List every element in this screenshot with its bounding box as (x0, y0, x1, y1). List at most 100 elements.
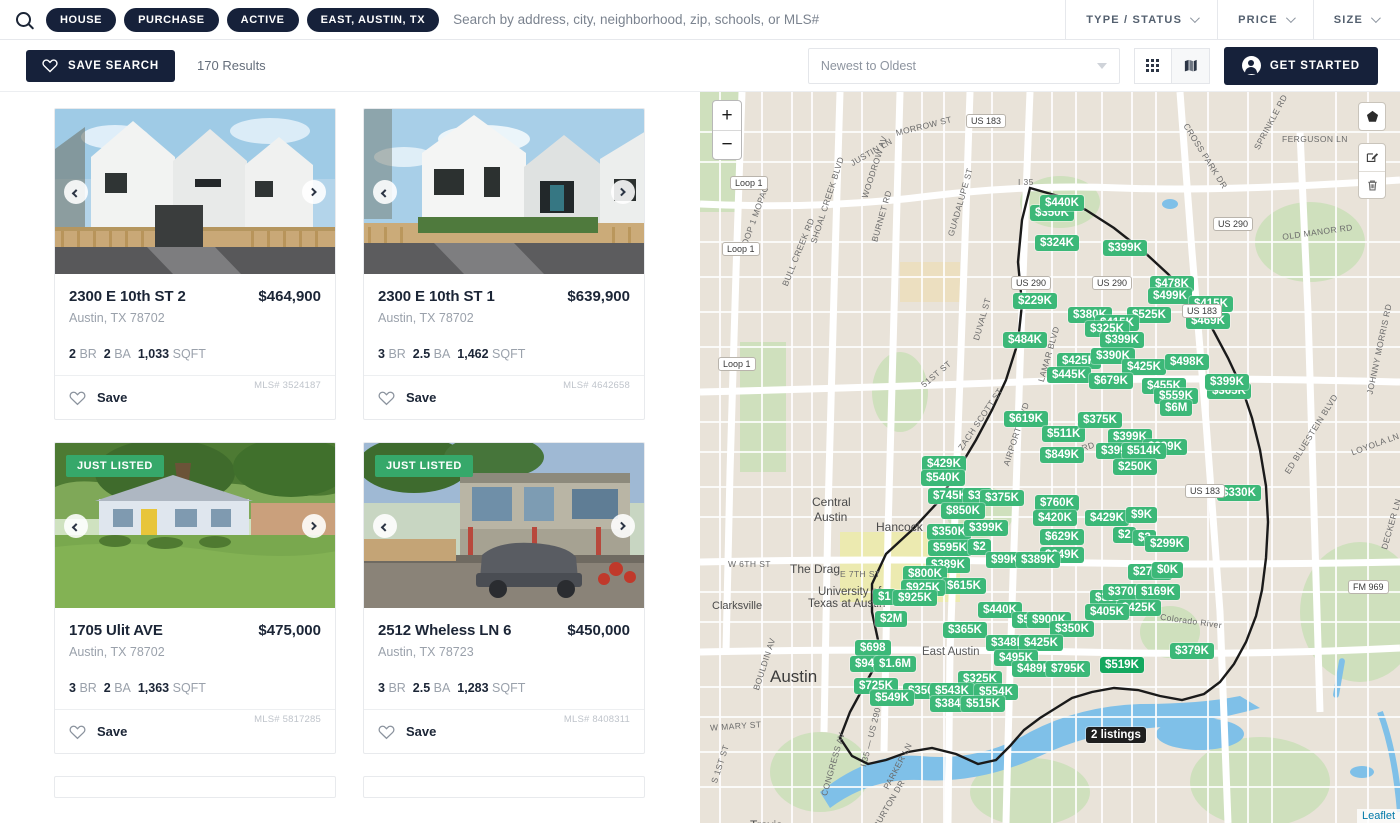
get-started-button[interactable]: GET STARTED (1223, 46, 1378, 85)
filter-price[interactable]: PRICE (1217, 0, 1313, 40)
listing-beds-unit: BR (79, 347, 97, 361)
photo-next-button[interactable] (302, 513, 326, 538)
map-price-marker[interactable]: $324K (1035, 235, 1079, 251)
map-price-marker[interactable]: $399K (1100, 332, 1144, 348)
save-listing-button[interactable]: Save (406, 390, 436, 405)
polygon-draw-button[interactable] (1359, 103, 1385, 130)
map-price-marker[interactable]: $595K (928, 540, 972, 556)
map-price-marker[interactable]: $514K (1122, 443, 1166, 459)
zoom-out-button[interactable]: − (713, 130, 741, 159)
map-price-marker[interactable]: $389K (1016, 552, 1060, 568)
save-search-button[interactable]: SAVE SEARCH (26, 49, 176, 82)
map-price-marker[interactable]: $511K (1042, 426, 1086, 442)
map-panel[interactable]: Austin Central Austin Hancock The Drag U… (700, 92, 1400, 823)
map-price-marker[interactable]: $299K (1145, 536, 1189, 552)
map-price-marker[interactable]: $375K (980, 490, 1024, 506)
listing-baths-unit: BA (433, 347, 451, 361)
map-price-marker[interactable]: $250K (1113, 459, 1157, 475)
listing-card[interactable] (54, 776, 336, 798)
map-view-button[interactable] (1171, 47, 1210, 84)
map-price-marker[interactable]: $499K (1148, 288, 1192, 304)
map-price-marker[interactable]: $429K (1085, 510, 1129, 526)
map-price-marker[interactable]: $440K (1040, 195, 1084, 211)
map-price-marker[interactable]: $925K (893, 590, 937, 606)
save-listing-button[interactable]: Save (406, 724, 436, 739)
listing-card[interactable]: 2300 E 10th ST 2 $464,900 Austin, TX 787… (54, 108, 336, 420)
listing-photo[interactable]: JUST LISTED (55, 443, 335, 608)
map-price-marker[interactable]: $1.6M (874, 656, 916, 672)
filter-chip-house[interactable]: HOUSE (46, 7, 117, 32)
map-price-marker[interactable]: $850K (941, 503, 985, 519)
leaflet-attribution[interactable]: Leaflet (1356, 809, 1400, 823)
map-price-marker[interactable]: $679K (1089, 373, 1133, 389)
map-price-marker[interactable]: $615K (942, 578, 986, 594)
map-price-marker[interactable]: $2M (875, 611, 908, 627)
search-input[interactable] (439, 0, 1066, 40)
photo-prev-button[interactable] (64, 179, 88, 204)
filter-type-status[interactable]: TYPE / STATUS (1065, 0, 1217, 40)
heart-icon[interactable] (378, 390, 395, 406)
edit-shape-button[interactable] (1359, 144, 1385, 171)
filter-chip-active[interactable]: ACTIVE (226, 7, 299, 32)
map-price-marker[interactable]: $498K (1165, 354, 1209, 370)
map-price-marker[interactable]: $425K (1019, 635, 1063, 651)
map-price-marker[interactable]: $484K (1003, 332, 1047, 348)
map-price-marker[interactable]: $849K (1040, 447, 1084, 463)
filter-size[interactable]: SIZE (1312, 0, 1400, 40)
map-price-marker[interactable]: $420K (1033, 510, 1077, 526)
map-price-marker[interactable]: $0K (1152, 562, 1184, 578)
grid-view-button[interactable] (1133, 47, 1172, 84)
photo-prev-button[interactable] (373, 513, 397, 538)
photo-next-button[interactable] (611, 513, 635, 538)
map-price-marker[interactable]: $515K (961, 696, 1005, 712)
listings-panel[interactable]: 2300 E 10th ST 2 $464,900 Austin, TX 787… (0, 92, 700, 823)
map-price-marker[interactable]: $698 (855, 640, 891, 656)
listing-card[interactable]: JUST LISTED 2512 Wheless LN 6 $450,000 A… (363, 442, 645, 754)
map-cluster-tooltip[interactable]: 2 listings (1086, 727, 1146, 743)
zoom-in-button[interactable]: + (713, 101, 741, 130)
heart-icon[interactable] (69, 724, 86, 740)
photo-next-button[interactable] (611, 179, 635, 204)
filter-chip-purchase[interactable]: PURCHASE (124, 7, 219, 32)
map-price-marker[interactable]: $6M (1160, 400, 1193, 416)
save-listing-button[interactable]: Save (97, 390, 127, 405)
map-price-marker[interactable]: $169K (1136, 584, 1180, 600)
map-price-marker[interactable]: $229K (1013, 293, 1057, 309)
listing-photo[interactable] (364, 109, 644, 274)
filter-chip-location[interactable]: EAST, AUSTIN, TX (306, 7, 440, 32)
map-price-marker[interactable]: $519K (1100, 657, 1144, 673)
map-view-icon (1184, 59, 1197, 72)
listing-price: $475,000 (258, 622, 321, 639)
map-price-marker[interactable]: $399K (964, 520, 1008, 536)
map-price-marker[interactable]: $445K (1047, 367, 1091, 383)
map-price-marker[interactable]: $399K (1103, 240, 1147, 256)
map-price-marker[interactable]: $540K (921, 470, 965, 486)
save-listing-button[interactable]: Save (97, 724, 127, 739)
photo-next-button[interactable] (302, 179, 326, 204)
sort-select[interactable]: Newest to Oldest (807, 47, 1120, 84)
chevron-right-icon (308, 187, 317, 196)
search-icon[interactable] (0, 12, 46, 27)
heart-icon[interactable] (69, 390, 86, 406)
map-price-marker[interactable]: $795K (1046, 661, 1090, 677)
map-price-marker[interactable]: $619K (1004, 411, 1048, 427)
listing-card[interactable]: 2300 E 10th ST 1 $639,900 Austin, TX 787… (363, 108, 645, 420)
map-price-marker[interactable]: $549K (870, 690, 914, 706)
listing-photo[interactable] (55, 109, 335, 274)
map-price-marker[interactable]: $760K (1035, 495, 1079, 511)
listing-card[interactable]: JUST LISTED 1705 Ulit AVE $475,000 Austi… (54, 442, 336, 754)
delete-shape-button[interactable] (1359, 171, 1385, 198)
active-filter-chips: HOUSE PURCHASE ACTIVE EAST, AUSTIN, TX (46, 7, 440, 32)
photo-prev-button[interactable] (373, 179, 397, 204)
map-price-marker[interactable]: $629K (1040, 529, 1084, 545)
map-price-marker[interactable]: $379K (1170, 643, 1214, 659)
listing-photo[interactable]: JUST LISTED (364, 443, 644, 608)
heart-icon[interactable] (378, 724, 395, 740)
photo-prev-button[interactable] (64, 513, 88, 538)
map-price-marker[interactable]: $9K (1126, 507, 1158, 523)
map-price-marker[interactable]: $375K (1078, 412, 1122, 428)
map-price-marker[interactable]: $399K (1205, 374, 1249, 390)
listing-card[interactable] (363, 776, 645, 798)
map-price-marker[interactable]: $405K (1085, 604, 1129, 620)
map-price-marker[interactable]: $365K (943, 622, 987, 638)
